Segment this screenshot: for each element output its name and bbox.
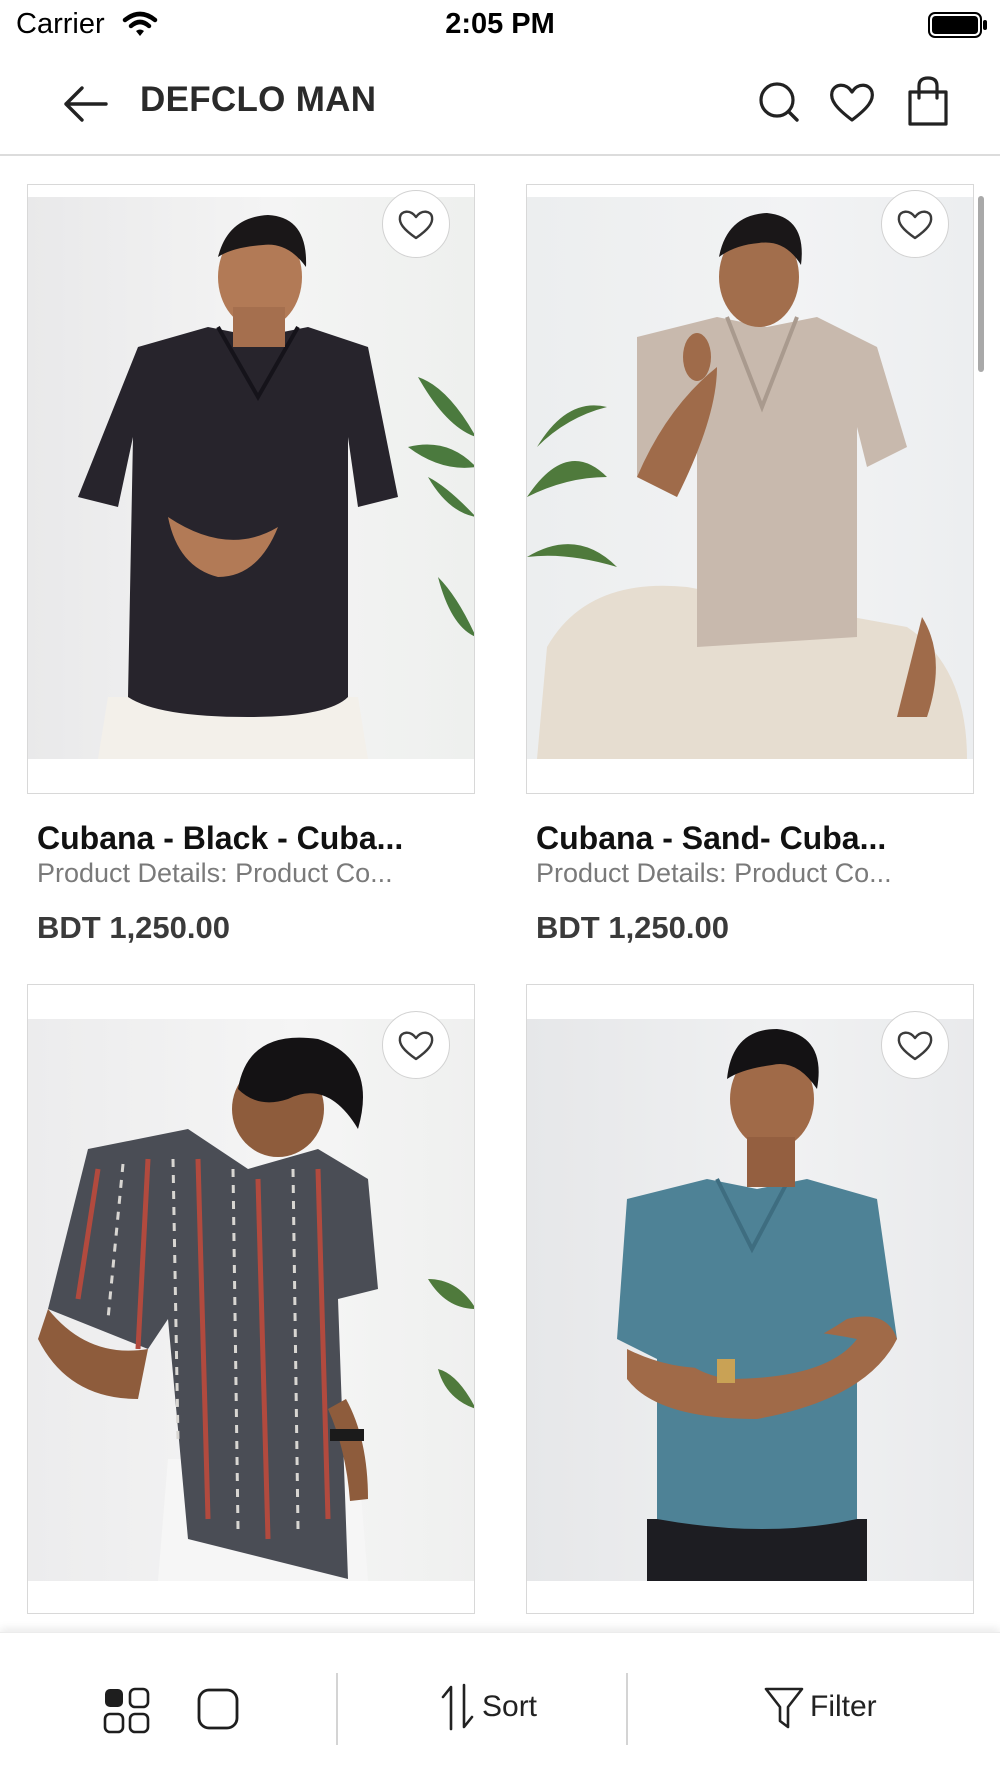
product-description: Product Details: Product Co... <box>536 858 892 888</box>
single-view-icon[interactable] <box>196 1687 240 1731</box>
heart-icon <box>897 1031 933 1061</box>
heart-icon <box>398 210 434 240</box>
status-time: 2:05 PM <box>445 8 555 40</box>
product-card[interactable]: Cubana - Black - Cuba... <box>27 184 475 856</box>
favorite-button[interactable] <box>881 1011 949 1079</box>
sort-button[interactable]: Sort <box>440 1677 537 1737</box>
product-image-frame[interactable] <box>27 984 475 1614</box>
product-photo <box>28 197 474 759</box>
shopping-bag-icon[interactable] <box>902 74 954 130</box>
favorite-button[interactable] <box>382 190 450 258</box>
product-description: Product Details: Product Co... <box>37 858 393 888</box>
back-arrow-icon[interactable] <box>58 76 114 132</box>
bottom-toolbar: Sort Filter <box>0 1632 1000 1778</box>
product-name[interactable]: Cubana - Sand- Cuba... <box>536 820 966 857</box>
product-price: BDT 1,250.00 <box>536 910 729 945</box>
product-card[interactable]: Cubana - Sand- Cuba... <box>526 184 974 856</box>
product-image-frame[interactable] <box>526 184 974 794</box>
heart-icon <box>897 210 933 240</box>
product-card[interactable] <box>27 984 475 1632</box>
search-icon[interactable] <box>753 74 805 130</box>
product-card[interactable] <box>526 984 974 1632</box>
product-image-frame[interactable] <box>526 984 974 1614</box>
grid-view-icon[interactable] <box>103 1687 151 1735</box>
filter-button[interactable]: Filter <box>764 1677 877 1737</box>
battery-icon <box>928 12 987 38</box>
top-navigation-bar: DEFCLO MAN <box>0 52 1000 156</box>
product-grid: Cubana - Black - Cuba... Cubana - Sand- … <box>0 158 1000 1632</box>
divider <box>626 1673 628 1745</box>
wishlist-heart-icon[interactable] <box>826 74 878 130</box>
product-photo <box>527 1019 973 1581</box>
status-bar: Carrier 2:05 PM <box>0 0 1000 52</box>
favorite-button[interactable] <box>881 190 949 258</box>
product-photo <box>527 197 973 759</box>
product-name[interactable]: Cubana - Black - Cuba... <box>37 820 467 857</box>
filter-icon <box>764 1687 804 1729</box>
divider <box>336 1673 338 1745</box>
filter-label: Filter <box>810 1690 877 1723</box>
sort-label: Sort <box>482 1690 538 1723</box>
product-price: BDT 1,250.00 <box>37 910 230 945</box>
sort-icon <box>441 1683 474 1731</box>
product-image-frame[interactable] <box>27 184 475 794</box>
product-photo <box>28 1019 474 1581</box>
heart-icon <box>398 1031 434 1061</box>
page-title: DEFCLO MAN <box>140 80 377 119</box>
scrollbar-thumb[interactable] <box>978 196 984 372</box>
favorite-button[interactable] <box>382 1011 450 1079</box>
